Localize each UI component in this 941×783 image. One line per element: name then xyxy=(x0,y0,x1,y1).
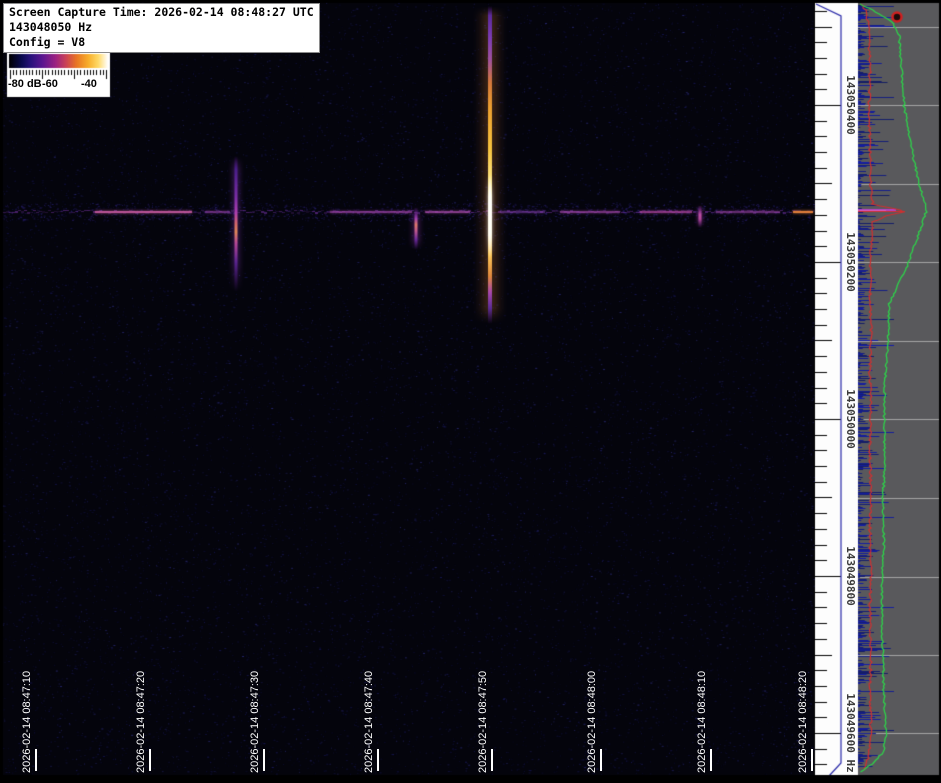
time-axis-tick xyxy=(149,749,151,771)
time-axis-tick xyxy=(35,749,37,771)
time-axis-tick xyxy=(263,749,265,771)
time-axis-label: 2026-02-14 08:47:30 xyxy=(249,670,261,773)
time-axis-label: 2026-02-14 08:48:00 xyxy=(586,670,598,773)
time-axis-label: 2026-02-14 08:47:10 xyxy=(21,670,33,773)
spectrogram-canvas xyxy=(0,0,941,783)
time-axis-tick xyxy=(377,749,379,771)
time-axis-label: 2026-02-14 08:48:10 xyxy=(696,670,708,773)
colorbar-label-mid: -60 xyxy=(42,78,58,90)
time-axis-tick xyxy=(811,749,813,771)
time-axis-label: 2026-02-14 08:47:50 xyxy=(477,670,489,773)
time-axis-label: 2026-02-14 08:47:20 xyxy=(135,670,147,773)
time-axis-tick xyxy=(710,749,712,771)
frequency-axis-label: 143050000 xyxy=(844,389,857,449)
time-axis-label: 2026-02-14 08:48:20 xyxy=(797,670,809,773)
capture-time-text: Screen Capture Time: 2026-02-14 08:48:27… xyxy=(9,5,314,19)
time-axis-label: 2026-02-14 08:47:40 xyxy=(363,670,375,773)
tuned-frequency-text: 143048050 Hz xyxy=(9,20,93,34)
frequency-axis-label: 143050400 xyxy=(844,75,857,135)
frequency-axis-label: 143050200 xyxy=(844,232,857,292)
screen-capture-root: Screen Capture Time: 2026-02-14 08:48:27… xyxy=(0,0,941,783)
frequency-axis-label: 143049600 Hz xyxy=(844,693,857,773)
colorbar-label-max: -40 xyxy=(81,78,97,90)
colorbar-label-min: -80 dB xyxy=(8,78,42,90)
config-text: Config = V8 xyxy=(9,35,86,49)
frequency-axis-label: 143049800 xyxy=(844,546,857,606)
time-axis-tick xyxy=(600,749,602,771)
time-axis-tick xyxy=(491,749,493,771)
capture-info-box: Screen Capture Time: 2026-02-14 08:48:27… xyxy=(3,3,320,53)
